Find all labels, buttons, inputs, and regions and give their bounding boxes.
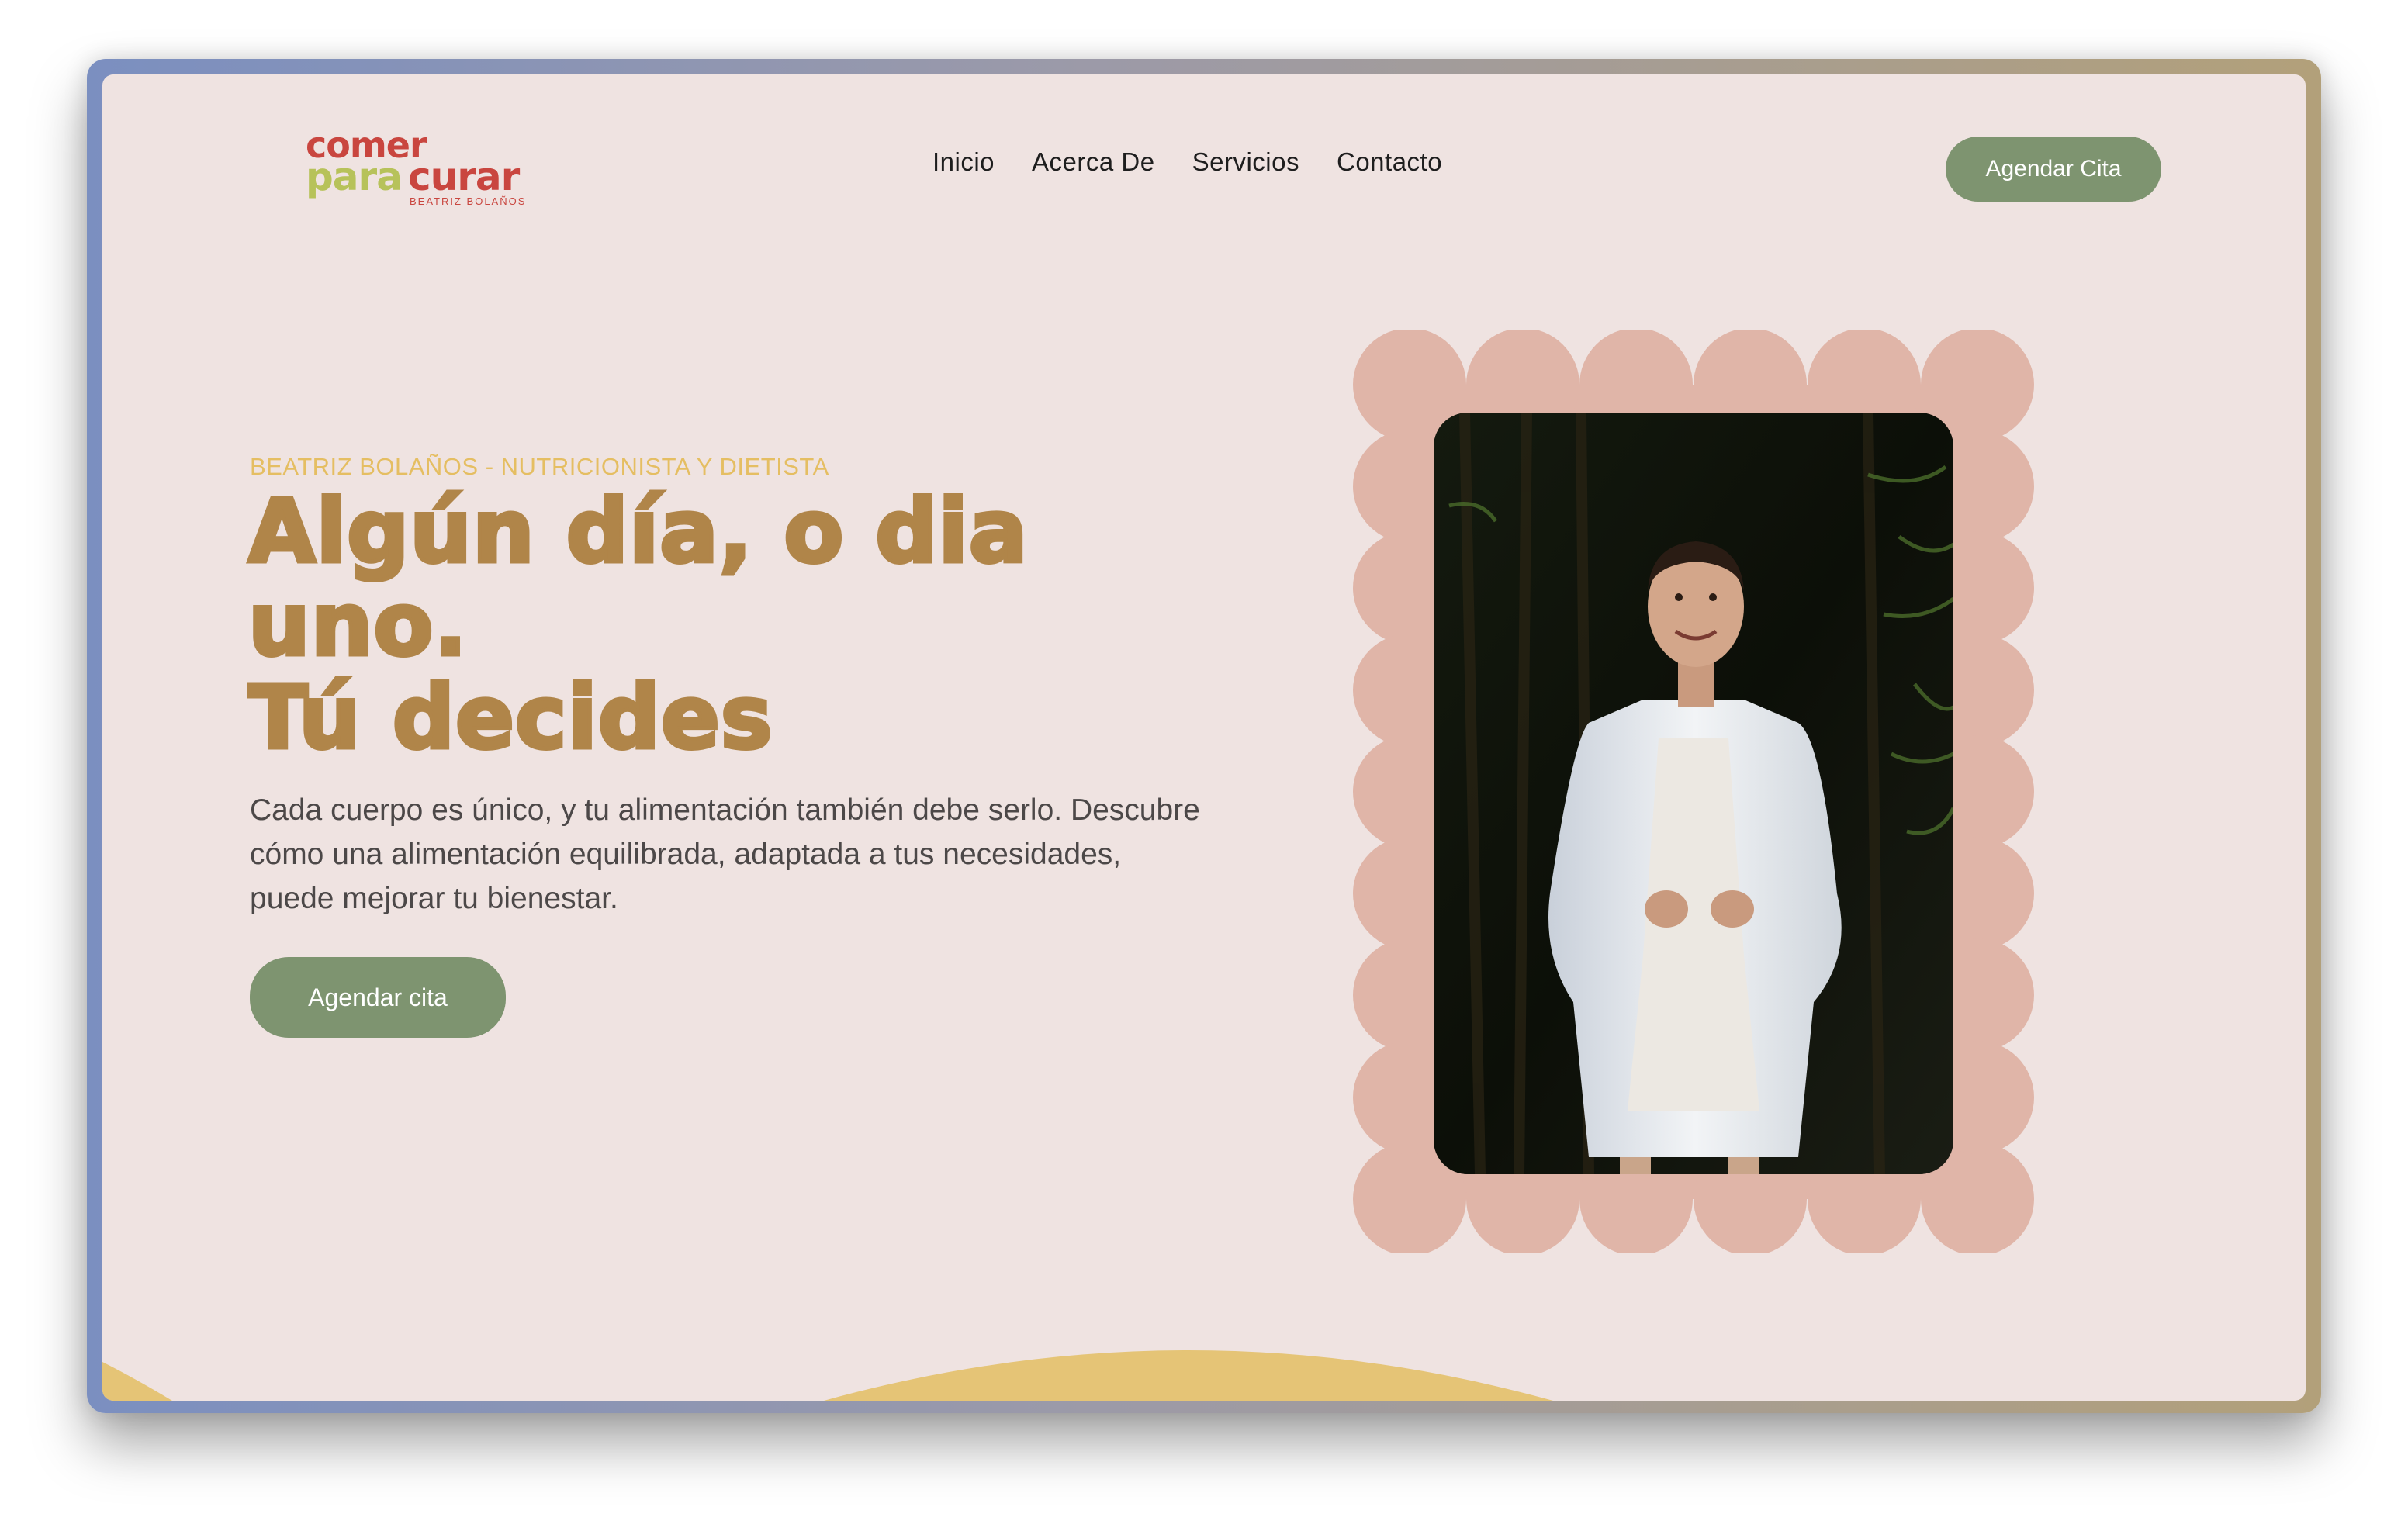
nav-item-contacto[interactable]: Contacto [1337, 147, 1442, 177]
hero-headline-line-2: uno. [247, 575, 469, 676]
hero-description: Cada cuerpo es único, y tu alimentación … [250, 793, 1200, 915]
site-logo[interactable]: comer para curar BEATRIZ BOLAÑOS [306, 126, 538, 211]
hero-headline: Algún día, o dia uno. Tú decides [247, 482, 1179, 769]
main-nav: Inicio Acerca De Servicios Contacto [932, 147, 1442, 177]
web-page: comer para curar BEATRIZ BOLAÑOS Inicio … [102, 74, 2306, 1401]
logo-text-para: para [306, 154, 403, 199]
nav-item-acerca-de[interactable]: Acerca De [1032, 147, 1155, 177]
nav-item-servicios[interactable]: Servicios [1192, 147, 1299, 177]
hero-headline-line-1: Algún día, o dia [247, 482, 1029, 582]
hero-book-appointment-button[interactable]: Agendar cita [250, 957, 506, 1038]
logo-text-curar: curar [408, 154, 520, 199]
bottom-wave-decoration [102, 1350, 1553, 1401]
hero-headline-line-3: Tú decides [247, 668, 775, 769]
nav-item-inicio[interactable]: Inicio [932, 147, 995, 177]
logo-subtitle: BEATRIZ BOLAÑOS [410, 195, 527, 207]
hero-eyebrow: BEATRIZ BOLAÑOS - NUTRICIONISTA Y DIETIS… [250, 453, 829, 480]
header-book-appointment-button[interactable]: Agendar Cita [1946, 137, 2161, 202]
nutritionist-portrait-photo [1434, 413, 1953, 1174]
portrait-illustration [1434, 413, 1953, 1174]
